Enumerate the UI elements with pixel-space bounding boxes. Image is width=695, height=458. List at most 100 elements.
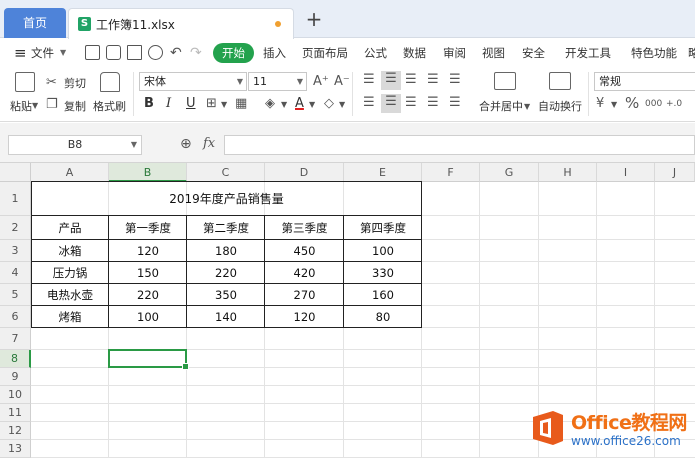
menu-developer[interactable]: 开发工具: [565, 39, 611, 67]
column-header-e[interactable]: E: [344, 163, 422, 182]
new-tab-button[interactable]: +: [304, 9, 324, 29]
table-title[interactable]: 2019年度产品销售量: [31, 182, 422, 216]
table-cell[interactable]: 180: [187, 240, 265, 262]
column-header-a[interactable]: A: [31, 163, 109, 182]
row-header-6[interactable]: 6: [0, 306, 31, 328]
table-cell[interactable]: 80: [344, 306, 422, 328]
menu-review[interactable]: 审阅: [443, 39, 466, 67]
fill-color-icon[interactable]: ◈: [265, 96, 275, 112]
menu-file[interactable]: 文件: [31, 39, 54, 67]
justify-icon[interactable]: ☰: [427, 95, 439, 111]
table-cell[interactable]: 120: [109, 240, 187, 262]
table-cell[interactable]: 350: [187, 284, 265, 306]
tab-home[interactable]: 首页: [4, 8, 66, 38]
merge-center-button[interactable]: 合并居中: [479, 98, 523, 114]
paste-dropdown-icon[interactable]: ▼: [32, 98, 38, 114]
bold-button[interactable]: B: [144, 96, 154, 112]
print-icon[interactable]: [127, 45, 142, 60]
menu-home[interactable]: 开始: [213, 43, 254, 63]
merge-center-icon[interactable]: [494, 72, 516, 90]
wrap-text-button[interactable]: 自动换行: [538, 98, 582, 114]
print-preview-icon[interactable]: [148, 45, 163, 60]
row-header-5[interactable]: 5: [0, 284, 31, 306]
font-size-select[interactable]: 11 ▼: [248, 72, 307, 91]
cell-style-icon[interactable]: ▦: [235, 96, 247, 112]
column-header-i[interactable]: I: [597, 163, 655, 182]
row-header-11[interactable]: 11: [0, 404, 31, 422]
column-header-h[interactable]: H: [539, 163, 597, 182]
row-header-3[interactable]: 3: [0, 240, 31, 262]
row-header-7[interactable]: 7: [0, 328, 31, 350]
table-cell[interactable]: 烤箱: [31, 306, 109, 328]
column-header-f[interactable]: F: [422, 163, 480, 182]
table-cell[interactable]: 270: [265, 284, 344, 306]
insert-function-icon[interactable]: fx: [203, 136, 215, 151]
column-header-c[interactable]: C: [187, 163, 265, 182]
paste-icon[interactable]: [15, 72, 35, 92]
undo-icon[interactable]: ↶: [170, 39, 182, 67]
chevron-down-icon[interactable]: ▼: [309, 97, 315, 113]
table-cell[interactable]: 330: [344, 262, 422, 284]
align-left-icon[interactable]: ☰: [363, 95, 375, 111]
menu-special[interactable]: 特色功能: [631, 39, 677, 67]
menu-data[interactable]: 数据: [403, 39, 426, 67]
hamburger-menu-icon[interactable]: ≡: [14, 39, 27, 67]
row-header-4[interactable]: 4: [0, 262, 31, 284]
italic-button[interactable]: I: [166, 96, 171, 112]
table-header-cell[interactable]: 第四季度: [344, 216, 422, 240]
format-painter-icon[interactable]: [100, 72, 120, 92]
indent-decrease-icon[interactable]: ☰: [427, 72, 439, 88]
thousands-separator-button[interactable]: 000: [645, 96, 662, 112]
copy-button[interactable]: 复制: [64, 98, 86, 114]
chevron-down-icon[interactable]: ▼: [221, 97, 227, 113]
increase-decimal-button[interactable]: +.0: [666, 96, 682, 112]
table-header-cell[interactable]: 产品: [31, 216, 109, 240]
export-pdf-icon[interactable]: [106, 45, 121, 60]
column-header-g[interactable]: G: [480, 163, 539, 182]
row-header-10[interactable]: 10: [0, 386, 31, 404]
table-cell[interactable]: 150: [109, 262, 187, 284]
selected-cell[interactable]: [108, 349, 189, 370]
row-header-9[interactable]: 9: [0, 368, 31, 386]
table-header-cell[interactable]: 第三季度: [265, 216, 344, 240]
font-name-select[interactable]: 宋体 ▼: [139, 72, 247, 91]
table-cell[interactable]: 140: [187, 306, 265, 328]
row-header-13[interactable]: 13: [0, 440, 31, 458]
table-cell[interactable]: 160: [344, 284, 422, 306]
row-header-8[interactable]: 8: [0, 350, 31, 368]
paste-button[interactable]: 粘贴: [10, 98, 32, 114]
formula-input[interactable]: [224, 135, 695, 155]
borders-icon[interactable]: ⊞: [206, 96, 217, 112]
cut-button[interactable]: 剪切: [64, 75, 86, 91]
number-format-select[interactable]: 常规: [594, 72, 695, 91]
table-cell[interactable]: 420: [265, 262, 344, 284]
format-painter-button[interactable]: 格式刷: [93, 98, 126, 114]
name-box[interactable]: B8 ▼: [8, 135, 142, 155]
menu-overflow[interactable]: 略: [688, 39, 695, 67]
table-cell[interactable]: 压力锅: [31, 262, 109, 284]
table-cell[interactable]: 冰箱: [31, 240, 109, 262]
row-header-12[interactable]: 12: [0, 422, 31, 440]
chevron-down-icon[interactable]: ▼: [281, 97, 287, 113]
select-all-corner[interactable]: [0, 163, 31, 182]
percent-button[interactable]: %: [625, 95, 639, 111]
chevron-down-icon[interactable]: ▼: [339, 97, 345, 113]
chevron-down-icon[interactable]: ▼: [611, 97, 617, 113]
column-header-b[interactable]: B: [109, 163, 187, 182]
menu-page-layout[interactable]: 页面布局: [302, 39, 348, 67]
menu-view[interactable]: 视图: [482, 39, 505, 67]
table-cell[interactable]: 220: [187, 262, 265, 284]
currency-icon[interactable]: ¥: [596, 96, 604, 112]
align-middle-icon[interactable]: ☰: [381, 71, 401, 90]
menu-formulas[interactable]: 公式: [364, 39, 387, 67]
distributed-align-icon[interactable]: ☰: [449, 95, 461, 111]
align-bottom-icon[interactable]: ☰: [405, 72, 417, 88]
table-cell[interactable]: 100: [109, 306, 187, 328]
chevron-down-icon[interactable]: ▼: [524, 99, 530, 115]
table-cell[interactable]: 120: [265, 306, 344, 328]
table-cell[interactable]: 100: [344, 240, 422, 262]
align-right-icon[interactable]: ☰: [405, 95, 417, 111]
clear-format-icon[interactable]: ◇: [324, 96, 334, 112]
tab-workbook[interactable]: S 工作簿11.xlsx: [68, 8, 294, 39]
redo-icon[interactable]: ↷: [190, 39, 202, 67]
